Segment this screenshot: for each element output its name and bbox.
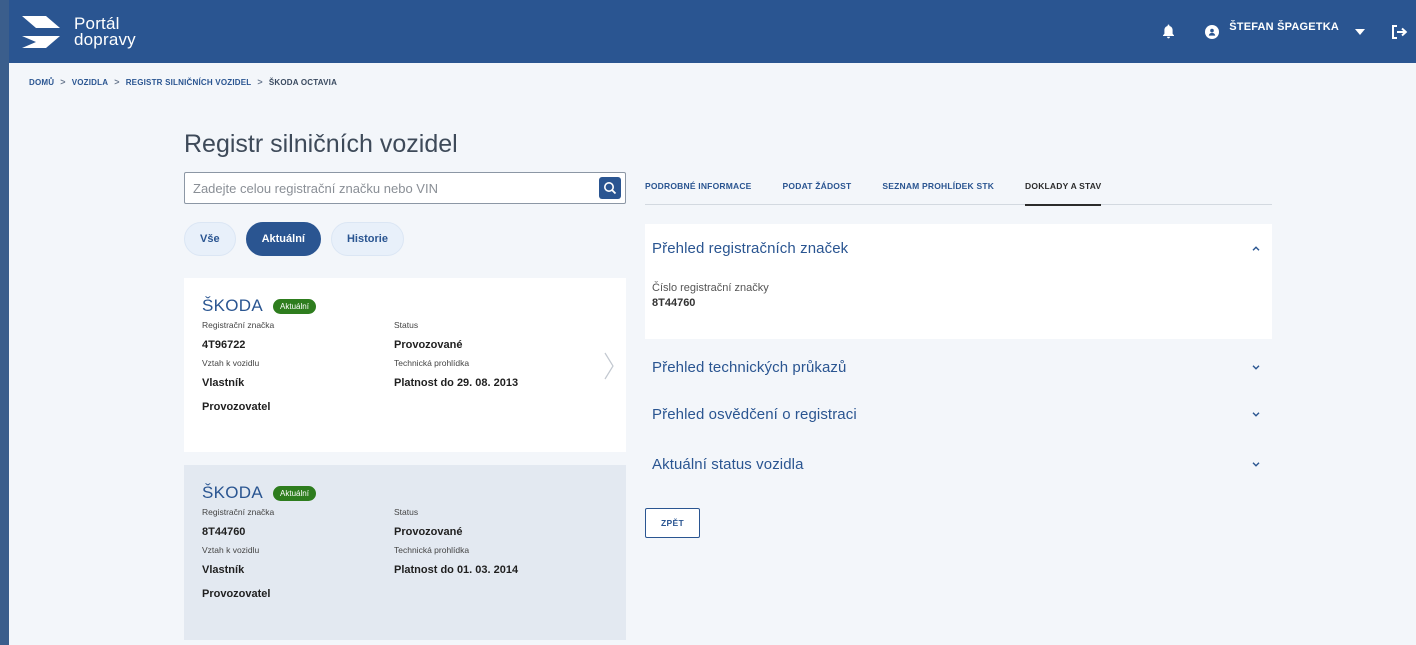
vehicle-brand: ŠKODA <box>202 483 264 502</box>
breadcrumb-separator: > <box>60 77 66 87</box>
chevron-down-icon[interactable] <box>1252 411 1260 417</box>
logo-mark-icon <box>22 15 60 48</box>
inspection-label: Technická prohlídka <box>394 358 470 368</box>
tab-documents-status[interactable]: DOKLADY A STAV <box>1025 172 1102 206</box>
breadcrumb-separator: > <box>257 77 263 87</box>
relation-label: Vztah k vozidlu <box>202 358 260 368</box>
accordion-title: Aktuální status vozidla <box>652 455 804 473</box>
search-icon[interactable] <box>599 177 621 199</box>
breadcrumb-vehicles[interactable]: VOZIDLA <box>72 78 109 87</box>
breadcrumb-separator: > <box>114 77 120 87</box>
relation-operator: Provozovatel <box>202 401 271 413</box>
breadcrumb-home[interactable]: DOMŮ <box>29 78 54 87</box>
detail-tabs: PODROBNÉ INFORMACE PODAT ŽÁDOST SEZNAM P… <box>645 172 1272 206</box>
accordion-title: Přehled registračních značek <box>652 240 849 257</box>
plate-number-label: Číslo registrační značky <box>652 282 769 294</box>
vehicle-brand: ŠKODA <box>202 296 264 315</box>
inspection-value: Platnost do 01. 03. 2014 <box>394 564 519 576</box>
search-input[interactable] <box>185 180 599 196</box>
page-title: Registr silničních vozidel <box>184 130 458 158</box>
accordion-vehicle-status[interactable]: Aktuální status vozidla <box>645 447 1272 481</box>
filter-current[interactable]: Aktuální <box>245 222 321 256</box>
accordion-title: Přehled osvědčení o registraci <box>652 405 857 423</box>
filter-pills: Vše Aktuální Historie <box>184 222 414 256</box>
portal-logo[interactable]: Portál dopravy <box>20 14 136 50</box>
status-badge: Aktuální <box>273 298 316 314</box>
tab-details[interactable]: PODROBNÉ INFORMACE <box>645 172 752 205</box>
plate-label: Registrační značka <box>202 320 275 330</box>
status-value: Provozované <box>394 526 463 538</box>
search-box <box>184 172 626 204</box>
logout-icon[interactable] <box>1391 24 1408 39</box>
back-button[interactable]: ZPĚT <box>645 508 700 538</box>
vehicle-card[interactable]: ŠKODA Aktuální Registrační značka Status… <box>184 278 626 452</box>
accordion-tech-cards[interactable]: Přehled technických průkazů <box>645 350 1272 384</box>
inspection-label: Technická prohlídka <box>394 545 470 555</box>
relation-owner: Vlastník <box>202 564 245 576</box>
relation-owner: Vlastník <box>202 377 245 389</box>
breadcrumb-registry[interactable]: REGISTR SILNIČNÍCH VOZIDEL <box>126 78 252 87</box>
top-bar: Portál dopravy ŠTEFAN ŠPAGETKA <box>9 0 1416 63</box>
tab-inspections[interactable]: SEZNAM PROHLÍDEK STK <box>882 172 994 205</box>
user-menu[interactable]: ŠTEFAN ŠPAGETKA <box>1205 21 1391 39</box>
vehicle-card-selected[interactable]: ŠKODA Aktuální Registrační značka Status… <box>184 465 626 640</box>
bell-icon[interactable] <box>1162 24 1175 39</box>
accordion-certificates[interactable]: Přehled osvědčení o registraci <box>645 397 1272 431</box>
chevron-down-icon[interactable] <box>1252 364 1260 370</box>
logo-text: Portál dopravy <box>74 15 136 49</box>
accordion-header[interactable]: Přehled registračních značek <box>645 224 1272 257</box>
filter-all[interactable]: Vše <box>184 222 236 256</box>
plate-number-value: 8T44760 <box>652 297 696 309</box>
status-value: Provozované <box>394 339 463 351</box>
inspection-value: Platnost do 29. 08. 2013 <box>394 377 519 389</box>
left-border <box>0 0 9 645</box>
username: ŠTEFAN ŠPAGETKA <box>1229 20 1339 33</box>
accordion-plates: Přehled registračních značek Číslo regis… <box>645 224 1272 339</box>
logo-line2: dopravy <box>74 29 136 49</box>
chevron-up-icon[interactable] <box>1252 246 1260 251</box>
plate-label: Registrační značka <box>202 507 275 517</box>
plate-value: 4T96722 <box>202 339 246 351</box>
status-label: Status <box>394 507 419 517</box>
breadcrumb-current: ŠKODA OCTAVIA <box>268 77 338 87</box>
chevron-down-icon[interactable] <box>1252 461 1260 467</box>
plate-value: 8T44760 <box>202 526 246 538</box>
accordion-title: Přehled technických průkazů <box>652 358 847 376</box>
filter-history[interactable]: Historie <box>330 222 404 256</box>
relation-operator: Provozovatel <box>202 588 271 600</box>
user-avatar-icon <box>1205 24 1220 39</box>
status-badge: Aktuální <box>273 485 316 501</box>
status-label: Status <box>394 320 419 330</box>
relation-label: Vztah k vozidlu <box>202 545 260 555</box>
tab-submit-request[interactable]: PODAT ŽÁDOST <box>783 172 852 205</box>
caret-down-icon[interactable] <box>1355 28 1365 35</box>
breadcrumb: DOMŮ > VOZIDLA > REGISTR SILNIČNÍCH VOZI… <box>29 77 337 87</box>
chevron-right-icon[interactable] <box>604 352 614 385</box>
